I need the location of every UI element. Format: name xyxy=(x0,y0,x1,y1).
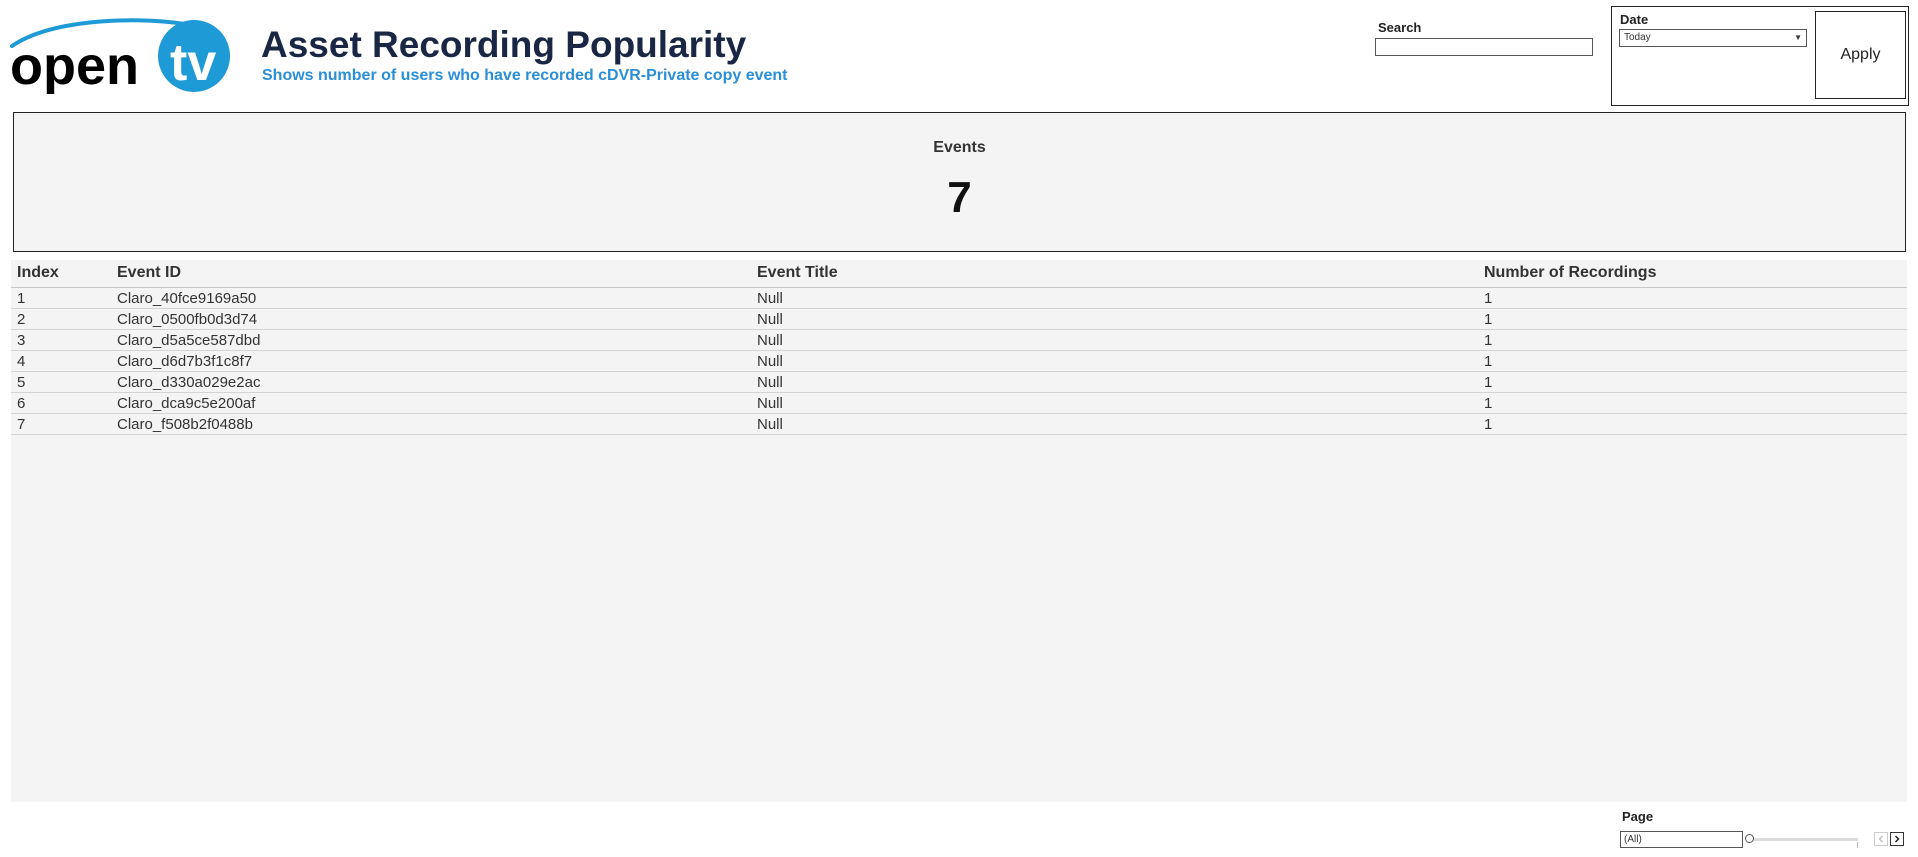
cell-event-title: Null xyxy=(751,371,1478,393)
table-row[interactable]: 2 Claro_0500fb0d3d74 Null 1 xyxy=(11,308,1907,330)
table-header-row: Index Event ID Event Title Number of Rec… xyxy=(11,260,1907,288)
page-slider-end-tick xyxy=(1857,842,1858,848)
cell-index: 5 xyxy=(11,371,111,393)
search-input[interactable] xyxy=(1375,38,1593,56)
cell-index: 2 xyxy=(11,308,111,330)
chevron-right-icon xyxy=(1894,835,1900,843)
date-filter-panel: Date Today ▼ Apply xyxy=(1611,6,1909,106)
cell-event-title: Null xyxy=(751,413,1478,435)
cell-index: 7 xyxy=(11,413,111,435)
cell-event-id: Claro_d6d7b3f1c8f7 xyxy=(111,350,751,372)
cell-number-of-recordings: 1 xyxy=(1478,308,1907,330)
events-table-panel: Index Event ID Event Title Number of Rec… xyxy=(11,260,1907,802)
cell-event-id: Claro_d330a029e2ac xyxy=(111,371,751,393)
cell-event-id: Claro_d5a5ce587dbd xyxy=(111,329,751,351)
cell-number-of-recordings: 1 xyxy=(1478,350,1907,372)
page-slider-handle[interactable] xyxy=(1745,834,1754,843)
search-label: Search xyxy=(1378,20,1422,35)
cell-index: 3 xyxy=(11,329,111,351)
column-header-index[interactable]: Index xyxy=(11,260,111,288)
table-row[interactable]: 6 Claro_dca9c5e200af Null 1 xyxy=(11,392,1907,414)
cell-index: 4 xyxy=(11,350,111,372)
cell-number-of-recordings: 1 xyxy=(1478,287,1907,309)
page-title: Asset Recording Popularity xyxy=(261,24,747,65)
cell-index: 1 xyxy=(11,287,111,309)
table-row[interactable]: 5 Claro_d330a029e2ac Null 1 xyxy=(11,371,1907,393)
column-header-event-title[interactable]: Event Title xyxy=(751,260,1478,288)
cell-number-of-recordings: 1 xyxy=(1478,329,1907,351)
page-filter-label: Page xyxy=(1622,809,1654,824)
chevron-left-icon xyxy=(1878,835,1883,843)
table-row[interactable]: 3 Claro_d5a5ce587dbd Null 1 xyxy=(11,329,1907,351)
kpi-label: Events xyxy=(933,139,986,156)
svg-text:tv: tv xyxy=(170,34,216,92)
events-kpi-card: Events 7 xyxy=(13,112,1906,252)
cell-number-of-recordings: 1 xyxy=(1478,413,1907,435)
cell-event-id: Claro_40fce9169a50 xyxy=(111,287,751,309)
cell-event-title: Null xyxy=(751,308,1478,330)
page-subtitle: Shows number of users who have recorded … xyxy=(262,67,788,84)
date-dropdown-value: Today xyxy=(1624,32,1651,43)
cell-event-title: Null xyxy=(751,287,1478,309)
opentv-logo-mark: open tv xyxy=(10,18,230,96)
opentv-logo: open tv xyxy=(10,14,250,96)
date-dropdown[interactable]: Today ▼ xyxy=(1619,29,1807,47)
chevron-down-icon: ▼ xyxy=(1794,33,1802,42)
cell-number-of-recordings: 1 xyxy=(1478,392,1907,414)
table-row[interactable]: 7 Claro_f508b2f0488b Null 1 xyxy=(11,413,1907,435)
cell-event-title: Null xyxy=(751,350,1478,372)
column-header-event-id[interactable]: Event ID xyxy=(111,260,751,288)
page-slider-track[interactable] xyxy=(1748,838,1858,841)
apply-button[interactable]: Apply xyxy=(1815,11,1906,99)
next-page-button[interactable] xyxy=(1890,832,1904,846)
cell-event-title: Null xyxy=(751,329,1478,351)
kpi-value: 7 xyxy=(947,173,972,222)
date-label: Date xyxy=(1620,12,1649,27)
table-row[interactable]: 4 Claro_d6d7b3f1c8f7 Null 1 xyxy=(11,350,1907,372)
cell-event-id: Claro_dca9c5e200af xyxy=(111,392,751,414)
svg-text:open: open xyxy=(10,36,139,94)
page-filter-input[interactable]: (All) xyxy=(1620,831,1743,848)
events-table: Index Event ID Event Title Number of Rec… xyxy=(11,260,1907,435)
cell-event-id: Claro_0500fb0d3d74 xyxy=(111,308,751,330)
column-header-number-of-recordings[interactable]: Number of Recordings xyxy=(1478,260,1907,288)
cell-event-title: Null xyxy=(751,392,1478,414)
cell-number-of-recordings: 1 xyxy=(1478,371,1907,393)
cell-event-id: Claro_f508b2f0488b xyxy=(111,413,751,435)
table-row[interactable]: 1 Claro_40fce9169a50 Null 1 xyxy=(11,287,1907,309)
cell-index: 6 xyxy=(11,392,111,414)
previous-page-button[interactable] xyxy=(1874,832,1888,846)
